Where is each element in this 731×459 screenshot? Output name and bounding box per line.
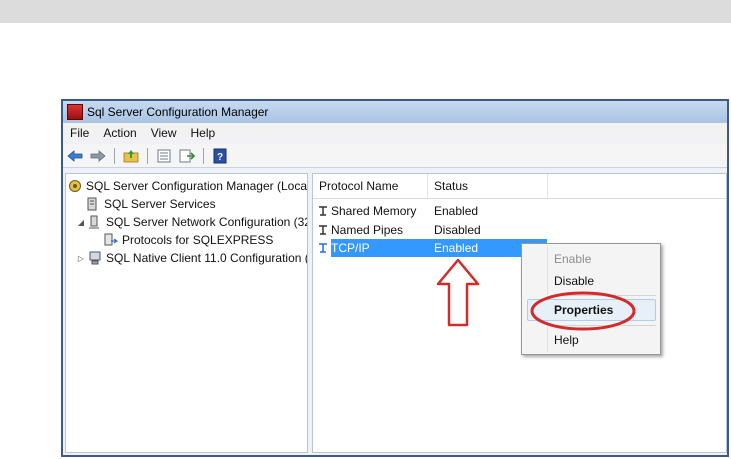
expanded-chevron-icon[interactable]: ◢: [76, 218, 86, 227]
svg-text:?: ?: [217, 152, 223, 163]
network-config-icon: [88, 215, 102, 229]
protocol-status: Enabled: [434, 204, 479, 218]
tree-item-label: Protocols for SQLEXPRESS: [122, 233, 274, 247]
back-arrow-icon[interactable]: [65, 147, 85, 165]
configuration-manager-icon: [68, 179, 82, 193]
toolbar-separator: [147, 147, 148, 164]
menu-item-enable: Enable: [554, 252, 592, 266]
toolbar: ?: [63, 144, 727, 168]
forward-arrow-icon[interactable]: [88, 147, 108, 165]
tree-item-label: SQL Native Client 11.0 Configuration (32…: [106, 251, 308, 265]
tree-item-network-configuration[interactable]: ◢ SQL Server Network Configuration (32bi…: [76, 213, 308, 231]
tree-item-protocols-for-sqlexpress[interactable]: Protocols for SQLEXPRESS: [104, 231, 273, 249]
protocol-icon: [317, 242, 329, 254]
tree-root[interactable]: SQL Server Configuration Manager (Local): [68, 177, 308, 195]
title-bar[interactable]: Sql Server Configuration Manager: [63, 101, 727, 123]
help-icon[interactable]: ?: [210, 147, 230, 165]
tree-item-label: SQL Server Services: [104, 197, 216, 211]
column-header-status[interactable]: Status: [434, 179, 468, 193]
top-banner: [0, 0, 731, 23]
protocol-status: Disabled: [434, 223, 481, 237]
protocol-status: Enabled: [434, 241, 479, 255]
sql-server-app-icon: [67, 104, 83, 120]
window-title: Sql Server Configuration Manager: [87, 105, 269, 119]
tree-item-label: SQL Server Network Configuration (32bit: [106, 215, 308, 229]
column-divider[interactable]: [427, 174, 428, 198]
protocol-name: Shared Memory: [331, 204, 417, 218]
tree-root-label: SQL Server Configuration Manager (Local): [86, 179, 308, 193]
menu-help[interactable]: Help: [184, 126, 223, 140]
tree-item-sql-server-services[interactable]: SQL Server Services: [86, 195, 216, 213]
protocol-name: TCP/IP: [331, 241, 370, 255]
menu-bar: File Action View Help: [63, 123, 727, 143]
column-divider[interactable]: [547, 174, 548, 198]
up-folder-icon[interactable]: [121, 147, 141, 165]
protocol-name: Named Pipes: [331, 223, 404, 237]
protocol-icon: [317, 224, 329, 236]
export-list-icon[interactable]: [177, 147, 197, 165]
services-icon: [86, 197, 100, 211]
tree-item-native-client[interactable]: ▷ SQL Native Client 11.0 Configuration (…: [76, 249, 308, 267]
menu-file[interactable]: File: [63, 126, 96, 140]
annotation-arrow: [436, 258, 480, 327]
table-header: Protocol Name Status: [313, 174, 726, 199]
column-header-protocol-name[interactable]: Protocol Name: [319, 179, 398, 193]
toolbar-separator: [203, 147, 204, 164]
properties-icon[interactable]: [154, 147, 174, 165]
protocol-icon: [317, 205, 329, 217]
menu-item-disable[interactable]: Disable: [554, 274, 594, 288]
menu-item-help[interactable]: Help: [554, 333, 579, 347]
table-row-named-pipes[interactable]: Named Pipes Disabled: [313, 221, 726, 239]
collapsed-chevron-icon[interactable]: ▷: [76, 254, 86, 263]
protocol-list: Protocol Name Status Shared Memory Enabl…: [312, 173, 727, 453]
menu-view[interactable]: View: [144, 126, 184, 140]
protocols-icon: [104, 233, 119, 247]
table-row-shared-memory[interactable]: Shared Memory Enabled: [313, 202, 726, 220]
annotation-ellipse: [530, 291, 636, 331]
table-row-tcp-ip[interactable]: TCP/IP Enabled: [313, 239, 726, 257]
native-client-icon: [88, 251, 102, 265]
navigation-tree: SQL Server Configuration Manager (Local)…: [65, 173, 308, 453]
toolbar-separator: [114, 147, 115, 164]
menu-action[interactable]: Action: [96, 126, 143, 140]
